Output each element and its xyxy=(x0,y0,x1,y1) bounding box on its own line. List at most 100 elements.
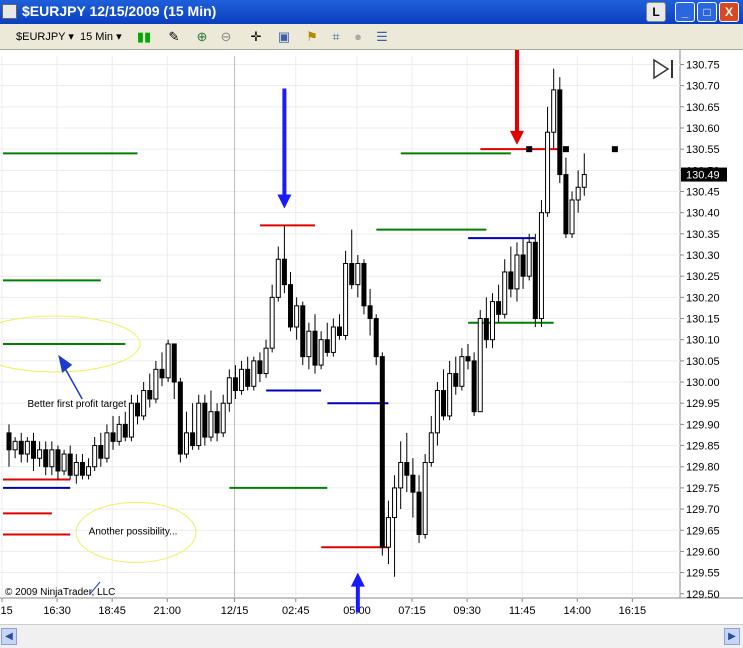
candle-up xyxy=(153,368,159,400)
instrument-selector[interactable]: $EURJPY ▾ xyxy=(16,30,74,43)
candle-up xyxy=(263,347,269,375)
chart-toolbar: $EURJPY ▾ 15 Min ▾ ▮▮ ✎ ⊕ ⊖ ✛ ▣ ⚑ ⌗ ● ☰ xyxy=(0,24,743,50)
y-tick-label: 129.70 xyxy=(686,504,720,516)
bar-type-icon[interactable]: ▮▮ xyxy=(136,29,152,45)
candle-up xyxy=(251,360,257,387)
scroll-right-icon[interactable]: ▶ xyxy=(724,628,740,645)
candle-up xyxy=(569,199,575,235)
y-tick-label: 130.75 xyxy=(686,59,720,71)
candle-down xyxy=(404,462,410,476)
candle-down xyxy=(361,262,367,307)
y-tick-label: 129.90 xyxy=(686,419,720,431)
y-tick-label: 129.55 xyxy=(686,568,720,580)
candle-down xyxy=(55,449,61,472)
y-tick-label: 129.80 xyxy=(686,462,720,474)
candle-up xyxy=(434,390,440,434)
candle-up xyxy=(581,174,587,188)
close-button[interactable]: X xyxy=(719,2,739,22)
candle-down xyxy=(563,174,569,235)
y-tick-label: 130.15 xyxy=(686,314,720,326)
scroll-left-icon[interactable]: ◀ xyxy=(1,628,17,645)
minimize-button[interactable]: _ xyxy=(675,2,695,22)
candle-down xyxy=(288,284,294,328)
properties-icon[interactable]: ▣ xyxy=(276,29,292,45)
candle-up xyxy=(545,131,551,214)
zoom-out-icon[interactable]: ⊖ xyxy=(218,29,234,45)
strategies-icon[interactable]: ⌗ xyxy=(328,29,344,45)
candle-down xyxy=(520,254,526,277)
y-tick-label: 130.65 xyxy=(686,102,720,114)
candle-down xyxy=(508,271,514,290)
y-tick-label: 130.40 xyxy=(686,208,720,220)
zoom-in-icon[interactable]: ⊕ xyxy=(194,29,210,45)
candle-down xyxy=(281,258,287,286)
candle-down xyxy=(379,356,385,548)
record-icon[interactable]: ● xyxy=(350,29,366,45)
candle-down xyxy=(373,318,379,358)
candle-up xyxy=(294,305,300,328)
candle-up xyxy=(398,462,404,489)
y-tick-label: 130.30 xyxy=(686,250,720,262)
price-chart[interactable]: 130.75130.70130.65130.60130.55130.50130.… xyxy=(0,24,743,624)
y-tick-label: 129.95 xyxy=(686,398,720,410)
x-tick-label: 14:00 xyxy=(564,605,592,617)
y-tick-label: 130.20 xyxy=(686,292,720,304)
candle-up xyxy=(306,330,312,358)
y-tick-label: 130.10 xyxy=(686,335,720,347)
candle-up xyxy=(183,432,189,455)
x-tick-label: 11:45 xyxy=(509,605,536,617)
interval-selector[interactable]: 15 Min ▾ xyxy=(80,30,122,43)
candle-up xyxy=(24,440,30,455)
candle-up xyxy=(165,343,171,379)
line-anchor-handle xyxy=(562,146,569,153)
candle-down xyxy=(336,326,342,336)
candle-up xyxy=(275,258,281,298)
candle-up xyxy=(318,339,324,366)
horizontal-scrollbar[interactable]: ◀ ▶ xyxy=(0,624,743,648)
candle-down xyxy=(98,445,104,459)
up-arrow-head xyxy=(350,572,365,587)
candle-down xyxy=(43,449,49,468)
candle-down xyxy=(441,390,447,417)
candle-down xyxy=(79,462,85,476)
candle-down xyxy=(214,411,220,434)
line-anchor-handle xyxy=(611,146,618,153)
maximize-button[interactable]: □ xyxy=(697,2,717,22)
candle-down xyxy=(367,305,373,320)
candle-up xyxy=(92,445,98,468)
y-tick-label: 129.50 xyxy=(686,589,720,601)
candle-down xyxy=(257,360,263,375)
scroll-to-end-icon[interactable] xyxy=(653,58,673,80)
y-tick-label: 130.05 xyxy=(686,356,720,368)
pointer-arrow-head xyxy=(58,354,73,373)
candle-up xyxy=(526,241,532,277)
candle-down xyxy=(232,377,238,392)
candle-up xyxy=(86,466,92,476)
chart-area[interactable]: 130.75130.70130.65130.60130.55130.50130.… xyxy=(0,24,743,624)
app-icon xyxy=(2,4,17,19)
x-tick-label: 18:45 xyxy=(98,605,126,617)
drawing-pen-icon[interactable]: ✎ xyxy=(166,29,182,45)
candle-up xyxy=(330,326,336,353)
candle-up xyxy=(428,432,434,463)
crosshair-icon[interactable]: ✛ xyxy=(248,29,264,45)
y-tick-label: 130.00 xyxy=(686,377,720,389)
y-tick-label: 129.60 xyxy=(686,546,720,558)
candle-down xyxy=(18,440,24,455)
candle-down xyxy=(135,402,141,417)
candle-up xyxy=(422,462,428,535)
candle-up xyxy=(141,390,147,417)
window-title: $EURJPY 12/15/2009 (15 Min) xyxy=(22,3,217,19)
y-tick-label: 130.70 xyxy=(686,81,720,93)
down-arrow-head xyxy=(277,194,292,209)
data-box-icon[interactable]: ☰ xyxy=(374,29,390,45)
y-tick-label: 130.35 xyxy=(686,229,720,241)
candle-up xyxy=(447,373,453,417)
candle-down xyxy=(416,491,422,535)
candle-down xyxy=(483,318,489,341)
link-button[interactable]: L xyxy=(646,2,666,22)
candle-down xyxy=(110,432,116,442)
indicators-icon[interactable]: ⚑ xyxy=(304,29,320,45)
annotation-text: Another possibility... xyxy=(89,526,178,537)
candle-down xyxy=(177,381,183,455)
